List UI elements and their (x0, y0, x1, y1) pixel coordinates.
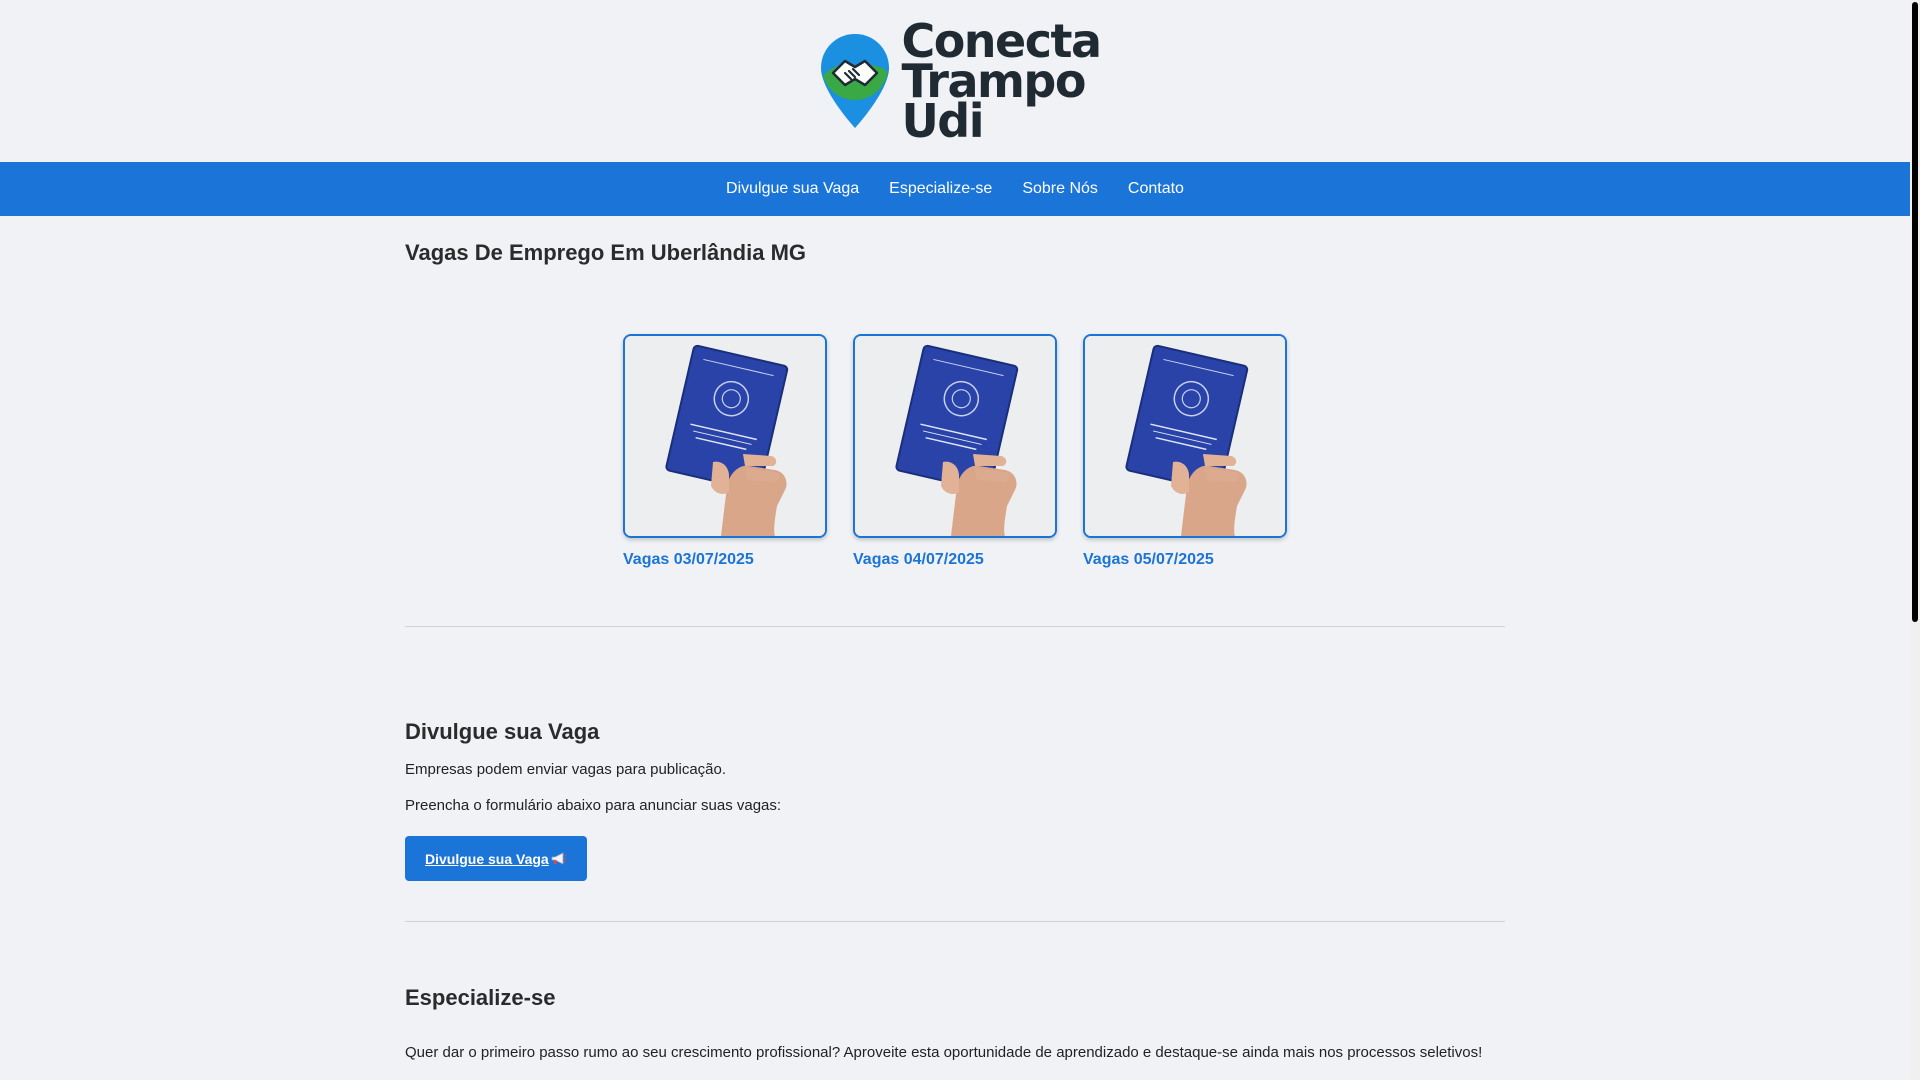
nav-sobre-nos[interactable]: Sobre Nós (1007, 180, 1113, 198)
divulgue-vaga-button[interactable]: Divulgue sua Vaga (405, 836, 587, 881)
work-card-in-hand-image[interactable] (853, 334, 1057, 538)
section-divider (405, 921, 1505, 922)
card-link[interactable]: Vagas 03/07/2025 (623, 551, 827, 569)
work-card-photo-icon (1085, 336, 1285, 536)
nav-divulgue-sua-vaga[interactable]: Divulgue sua Vaga (711, 180, 874, 198)
card-link[interactable]: Vagas 04/07/2025 (853, 551, 1057, 569)
site-header: Conecta Trampo Udi (0, 0, 1920, 162)
job-cards: Vagas 03/07/2025 Vagas 04/07/2025 Vagas … (405, 334, 1505, 569)
nav-contato[interactable]: Contato (1113, 180, 1199, 198)
scrollbar-thumb[interactable] (1912, 2, 1918, 622)
job-card[interactable]: Vagas 05/07/2025 (1083, 334, 1287, 569)
megaphone-icon (551, 851, 567, 865)
divulgue-section: Divulgue sua Vaga Empresas podem enviar … (405, 719, 1505, 881)
page-scrollbar[interactable] (1910, 0, 1920, 1080)
job-card[interactable]: Vagas 04/07/2025 (853, 334, 1057, 569)
main-content: Vagas De Emprego Em Uberlândia MG Vagas … (405, 216, 1505, 1061)
section-divider (405, 626, 1505, 627)
work-card-in-hand-image[interactable] (623, 334, 827, 538)
section-text: Quer dar o primeiro passo rumo ao seu cr… (405, 1044, 1483, 1061)
main-navbar: Divulgue sua Vaga Especialize-se Sobre N… (0, 162, 1910, 216)
button-label: Divulgue sua Vaga (425, 850, 549, 867)
especialize-section: Especialize-se Quer dar o primeiro passo… (405, 985, 1505, 1061)
map-pin-handshake-icon (821, 34, 890, 128)
section-title: Especialize-se (405, 985, 556, 1010)
work-card-photo-icon (855, 336, 1055, 536)
site-logo[interactable]: Conecta Trampo Udi (819, 18, 1102, 148)
section-title: Divulgue sua Vaga (405, 719, 600, 744)
section-text: Preencha o formulário abaixo para anunci… (405, 797, 782, 814)
logo-line-3: Udi (901, 94, 984, 148)
nav-especialize-se[interactable]: Especialize-se (874, 180, 1007, 198)
card-link[interactable]: Vagas 05/07/2025 (1083, 551, 1287, 569)
section-text: Empresas podem enviar vagas para publica… (405, 761, 727, 778)
job-card[interactable]: Vagas 03/07/2025 (623, 334, 827, 569)
work-card-photo-icon (625, 336, 825, 536)
work-card-in-hand-image[interactable] (1083, 334, 1287, 538)
page-title: Vagas De Emprego Em Uberlândia MG (405, 240, 807, 265)
logo-text: Conecta Trampo Udi (901, 18, 1102, 148)
